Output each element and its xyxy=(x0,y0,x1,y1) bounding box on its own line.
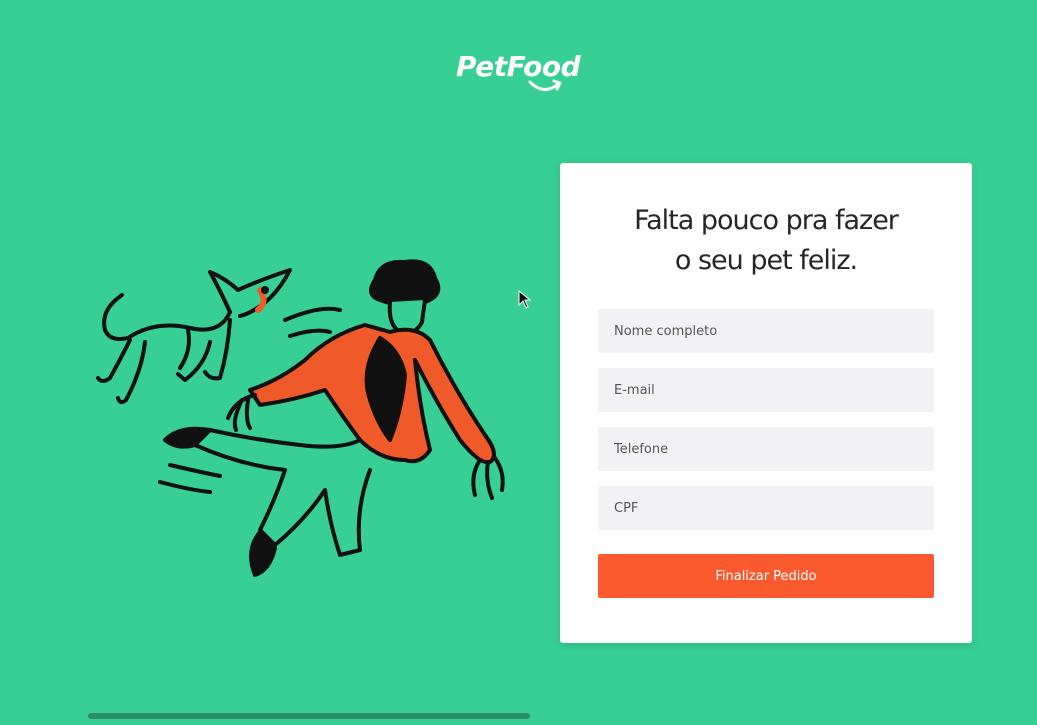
mouse-pointer-icon xyxy=(518,290,532,309)
checkout-form-card: Falta pouco pra fazer o seu pet feliz. F… xyxy=(560,163,972,643)
finalize-order-button[interactable]: Finalizar Pedido xyxy=(598,554,934,598)
person-running-with-dog-illustration xyxy=(96,259,505,577)
phone-input[interactable] xyxy=(598,427,934,471)
smile-arrow-icon xyxy=(528,79,562,91)
dog-figure xyxy=(96,268,292,405)
full-name-input[interactable] xyxy=(598,309,934,353)
horizontal-scrollbar[interactable] xyxy=(88,713,530,719)
brand-logo: PetFood xyxy=(456,48,588,100)
form-title-line-1: Falta pouco pra fazer xyxy=(634,205,899,236)
form-title: Falta pouco pra fazer o seu pet feliz. xyxy=(560,201,972,281)
email-input[interactable] xyxy=(598,368,934,412)
cpf-input[interactable] xyxy=(598,486,934,530)
form-title-line-2: o seu pet feliz. xyxy=(674,245,858,276)
